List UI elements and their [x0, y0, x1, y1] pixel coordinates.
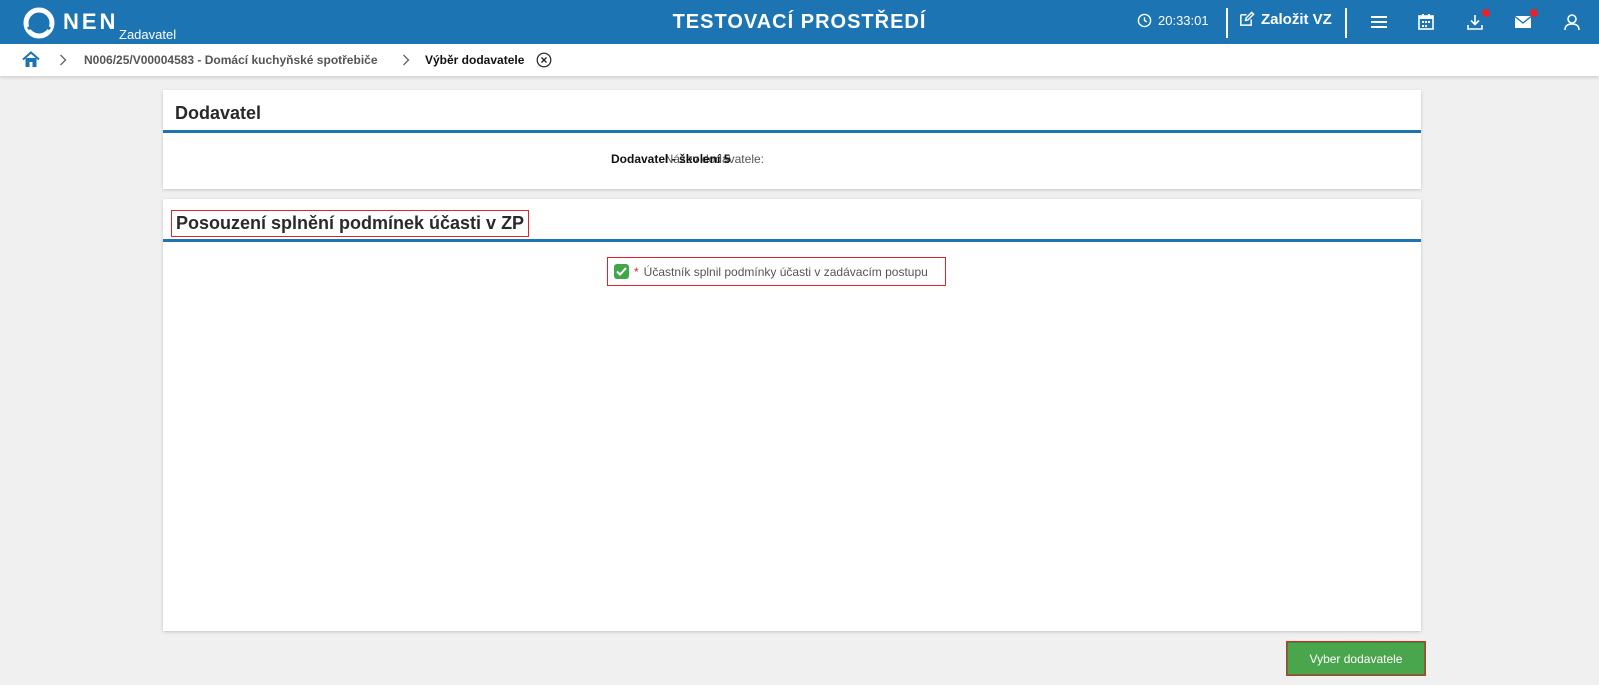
logo-text: NEN	[63, 9, 119, 34]
messages-button[interactable]	[1512, 9, 1538, 33]
environment-title: TESTOVACÍ PROSTŘEDÍ	[672, 11, 927, 33]
checkbox-checked[interactable]	[614, 264, 629, 279]
supplier-name-value: Dodavatel - školení 5	[611, 152, 731, 166]
supplier-panel-title: Dodavatel	[175, 103, 262, 123]
notification-dot	[1482, 9, 1490, 17]
header-divider	[1345, 8, 1347, 38]
calendar-button[interactable]	[1415, 11, 1437, 33]
download-icon	[1467, 15, 1483, 30]
breadcrumb: N006/25/V00004583 - Domácí kuchyňské spo…	[0, 44, 1599, 76]
menu-button[interactable]	[1368, 11, 1390, 33]
session-clock: 20:33:01	[1137, 13, 1209, 28]
select-supplier-button[interactable]: Vyber dodavatele	[1286, 641, 1426, 676]
clock-icon	[1137, 13, 1152, 28]
supplier-panel-header: Dodavatel	[163, 90, 1421, 133]
home-icon	[22, 51, 40, 67]
mail-icon	[1514, 15, 1532, 28]
top-bar: NEN Zadavatel TESTOVACÍ PROSTŘEDÍ 20:33:…	[0, 0, 1599, 44]
edit-icon	[1240, 11, 1255, 26]
nen-logo-icon	[23, 7, 55, 39]
supplier-panel: Dodavatel Název dodavatele: Dodavatel - …	[163, 90, 1421, 189]
chevron-right-icon	[403, 54, 410, 66]
user-profile-button[interactable]	[1561, 11, 1583, 33]
user-icon	[1564, 14, 1580, 31]
breadcrumb-tender-link[interactable]: N006/25/V00004583 - Domácí kuchyňské spo…	[84, 53, 378, 67]
close-circle-icon	[536, 52, 552, 68]
clock-time: 20:33:01	[1158, 13, 1209, 28]
conditions-met-checkbox[interactable]: * Účastník splnil podmínky účasti v zadá…	[607, 257, 946, 286]
assessment-panel-title: Posouzení splnění podmínek účasti v ZP	[171, 210, 530, 237]
checkmark-icon	[616, 267, 627, 276]
create-tender-label: Založit VZ	[1261, 11, 1332, 28]
logo-subtitle: Zadavatel	[119, 27, 177, 42]
assessment-panel-header: Posouzení splnění podmínek účasti v ZP	[163, 199, 1421, 242]
close-page-button[interactable]	[536, 52, 552, 73]
create-tender-button[interactable]: Založit VZ	[1238, 11, 1332, 28]
menu-icon	[1371, 16, 1387, 28]
chevron-right-icon	[60, 54, 67, 66]
required-mark: *	[634, 264, 639, 279]
home-button[interactable]	[22, 51, 40, 73]
notification-dot	[1530, 9, 1538, 17]
assessment-panel: Posouzení splnění podmínek účasti v ZP *…	[163, 199, 1421, 631]
header-divider	[1226, 8, 1228, 38]
downloads-button[interactable]	[1464, 9, 1490, 33]
checkbox-label: Účastník splnil podmínky účasti v zadáva…	[643, 264, 928, 279]
calendar-icon	[1418, 14, 1434, 30]
breadcrumb-current: Výběr dodavatele	[425, 53, 525, 67]
